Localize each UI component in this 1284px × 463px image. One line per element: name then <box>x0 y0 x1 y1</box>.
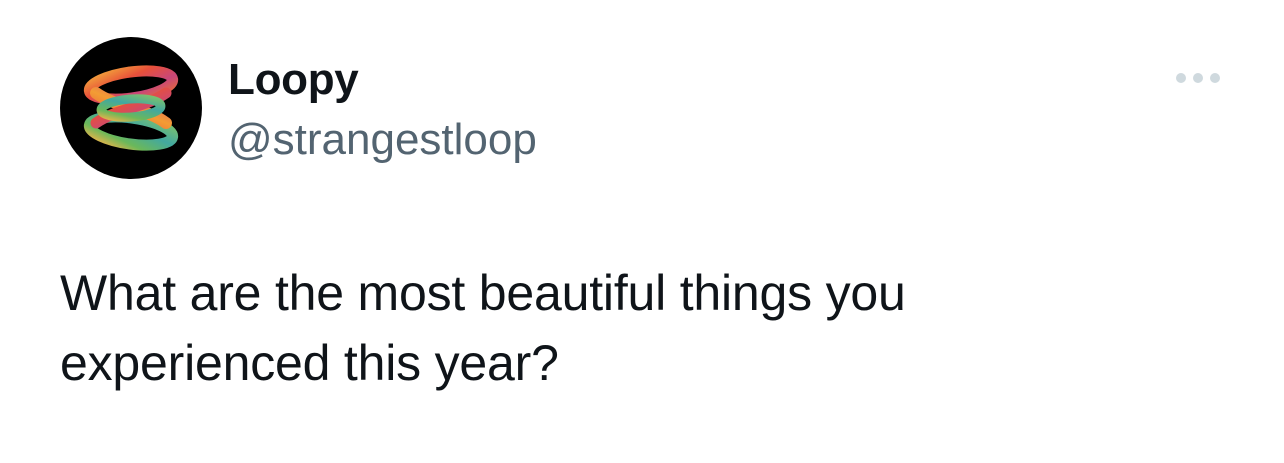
author-handle[interactable]: @strangestloop <box>228 112 537 168</box>
more-horizontal-icon <box>1176 73 1220 83</box>
tweet-card: Loopy @strangestloop What are the most b… <box>0 0 1284 463</box>
more-options-button[interactable] <box>1168 58 1228 98</box>
tweet-text-line: What are the most beautiful things you <box>60 265 906 321</box>
tweet-text-line: experienced this year? <box>60 335 559 391</box>
tweet-text: What are the most beautiful things you e… <box>60 258 1160 398</box>
loop-knot-logo-icon <box>83 65 179 151</box>
author-display-name[interactable]: Loopy <box>228 54 359 106</box>
avatar[interactable] <box>60 37 202 179</box>
